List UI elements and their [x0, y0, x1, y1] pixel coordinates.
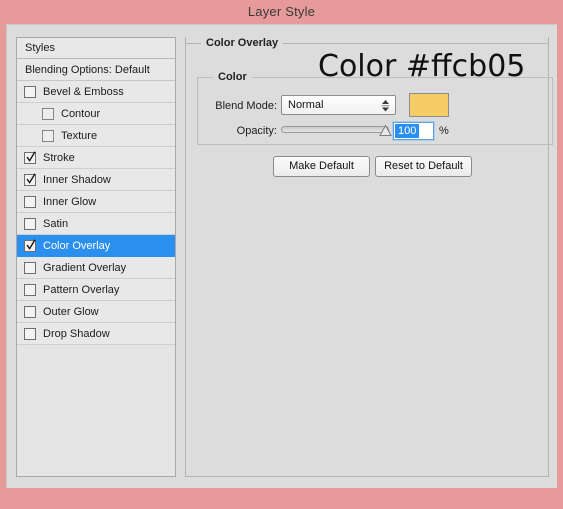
- checkbox-unchecked-icon[interactable]: [24, 283, 36, 296]
- window-title: Layer Style: [247, 4, 316, 19]
- opacity-slider-handle[interactable]: [379, 124, 392, 137]
- effect-label: Satin: [43, 217, 69, 230]
- annotation-watermark: Color #ffcb05: [318, 49, 526, 84]
- checkbox-unchecked-icon[interactable]: [42, 129, 54, 142]
- styles-list-filler: [17, 345, 175, 455]
- effect-row[interactable]: Drop Shadow: [17, 323, 175, 345]
- effect-row[interactable]: Color Overlay: [17, 235, 175, 257]
- checkbox-unchecked-icon[interactable]: [24, 261, 36, 274]
- effect-label: Gradient Overlay: [43, 261, 127, 274]
- chevron-updown-icon: [380, 98, 391, 113]
- effect-row[interactable]: Satin: [17, 213, 175, 235]
- opacity-label: Opacity:: [236, 125, 277, 137]
- effect-row[interactable]: Inner Shadow: [17, 169, 175, 191]
- effect-label: Outer Glow: [43, 305, 99, 318]
- styles-panel-header: Styles: [17, 38, 175, 59]
- effect-label: Bevel & Emboss: [43, 85, 124, 98]
- opacity-slider-track[interactable]: [281, 126, 389, 133]
- effect-row[interactable]: Bevel & Emboss: [17, 81, 175, 103]
- checkbox-unchecked-icon[interactable]: [24, 85, 36, 98]
- effect-row[interactable]: Gradient Overlay: [17, 257, 175, 279]
- effect-label: Contour: [61, 107, 101, 120]
- blending-options-row[interactable]: Blending Options: Default: [17, 59, 175, 81]
- effect-label: Stroke: [43, 151, 75, 164]
- reset-to-default-button[interactable]: Reset to Default: [375, 156, 472, 177]
- effect-label: Texture: [61, 129, 98, 142]
- effect-label: Color Overlay: [43, 239, 111, 252]
- layer-style-dialog: Styles Blending Options: Default Bevel &…: [6, 24, 557, 488]
- opacity-unit-label: %: [439, 125, 449, 137]
- effect-label: Inner Glow: [43, 195, 97, 208]
- opacity-input-value: 100: [395, 124, 420, 138]
- effect-label: Inner Shadow: [43, 173, 111, 186]
- effect-label: Pattern Overlay: [43, 283, 120, 296]
- effects-list: Bevel & Emboss Contour Texture Stroke Inner …: [17, 81, 175, 345]
- checkbox-unchecked-icon[interactable]: [24, 195, 36, 208]
- color-group-title: Color: [213, 70, 252, 84]
- checkbox-unchecked-icon[interactable]: [42, 107, 54, 120]
- opacity-input[interactable]: 100: [392, 121, 435, 141]
- effect-label: Drop Shadow: [43, 327, 110, 340]
- checkbox-checked-icon[interactable]: [24, 150, 36, 164]
- checkbox-checked-icon[interactable]: [24, 238, 36, 252]
- blend-mode-value: Normal: [288, 99, 324, 111]
- color-overlay-group-title: Color Overlay: [201, 36, 284, 50]
- color-swatch-button[interactable]: [409, 93, 449, 117]
- checkbox-checked-icon[interactable]: [24, 172, 36, 186]
- make-default-button[interactable]: Make Default: [273, 156, 370, 177]
- styles-panel: Styles Blending Options: Default Bevel &…: [16, 37, 176, 477]
- effect-row[interactable]: Texture: [17, 125, 175, 147]
- effect-row[interactable]: Outer Glow: [17, 301, 175, 323]
- effect-row[interactable]: Stroke: [17, 147, 175, 169]
- blend-mode-select[interactable]: Normal: [281, 95, 396, 115]
- effect-row[interactable]: Inner Glow: [17, 191, 175, 213]
- blend-mode-label: Blend Mode:: [215, 100, 277, 112]
- effect-row[interactable]: Pattern Overlay: [17, 279, 175, 301]
- checkbox-unchecked-icon[interactable]: [24, 305, 36, 318]
- window-frame: Layer Style Styles Blending Options: Def…: [0, 0, 563, 509]
- checkbox-unchecked-icon[interactable]: [24, 327, 36, 340]
- effect-row[interactable]: Contour: [17, 103, 175, 125]
- checkbox-unchecked-icon[interactable]: [24, 217, 36, 230]
